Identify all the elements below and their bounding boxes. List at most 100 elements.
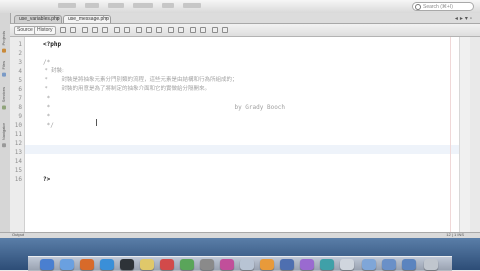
current-line-highlight [25, 145, 470, 154]
sidebar-item-files[interactable]: Files [1, 61, 9, 77]
start-macro-icon[interactable] [190, 27, 196, 33]
firefox-icon[interactable] [80, 259, 94, 270]
applications-folder-icon[interactable] [402, 259, 416, 270]
menu-item[interactable] [183, 3, 201, 8]
sidebar-item-services[interactable]: Services [1, 87, 9, 110]
source-button[interactable]: Source [14, 26, 36, 35]
right-margin-line [450, 37, 451, 232]
comment-line: * 封裝的用意是為了將制定的抽象介面和它的實做給分隔開來。 [43, 86, 210, 92]
find-next-icon[interactable] [102, 27, 108, 33]
netbeans-icon[interactable] [300, 259, 314, 270]
cursor-position: 12 | 1 [446, 232, 457, 237]
comment-line: * by Grady Booch [43, 104, 286, 111]
textedit-icon[interactable] [340, 259, 354, 270]
next-bookmark-icon[interactable] [146, 27, 152, 33]
sidebar-item-label: Files [1, 61, 6, 70]
tab-label: use_message.php [68, 16, 109, 22]
line-number: 12 [14, 140, 22, 147]
back-icon[interactable] [60, 27, 66, 33]
search-placeholder: Search (⌘+I) [423, 4, 453, 10]
navigator-icon [2, 143, 6, 148]
menu-item[interactable] [133, 3, 153, 8]
vertical-scrollbar[interactable] [459, 37, 470, 232]
trash-icon[interactable] [424, 259, 438, 270]
search-input[interactable]: Search (⌘+I) [412, 2, 474, 11]
shift-right-icon[interactable] [178, 27, 184, 33]
tab-navigation-arrows[interactable]: ◂▸▾▫ [455, 15, 474, 22]
toggle-bookmark-icon[interactable] [156, 27, 162, 33]
forward-icon[interactable] [70, 27, 76, 33]
itunes-icon[interactable] [220, 259, 234, 270]
line-number: 13 [14, 149, 22, 156]
facetime-icon[interactable] [180, 259, 194, 270]
menu-item[interactable] [108, 3, 124, 8]
downloads-folder-icon[interactable] [362, 259, 376, 270]
mail-icon[interactable] [320, 259, 334, 270]
safari-icon[interactable] [100, 259, 114, 270]
comment-line: /* [43, 59, 51, 66]
sidebar-item-navigator[interactable]: Navigator [1, 123, 9, 148]
line-number: 2 [18, 50, 22, 57]
projects-icon [2, 48, 6, 53]
preview-icon[interactable] [240, 259, 254, 270]
line-number: 7 [18, 95, 22, 102]
comment-line: */ [43, 122, 54, 129]
sidebar-item-projects[interactable]: Projects [1, 31, 9, 53]
menu-bar [58, 3, 248, 9]
services-icon [2, 105, 6, 110]
code-editor[interactable]: 1 2 3 4 5 6 7 8 9 10 11 12 13 14 15 16 <… [10, 37, 470, 232]
menu-item[interactable] [162, 3, 174, 8]
calendar-icon[interactable] [160, 259, 174, 270]
php-close-tag: ?> [43, 176, 51, 183]
editor-tab-bar: use_variables.php × use_message.php × ◂▸… [10, 13, 480, 24]
terminal-icon[interactable] [120, 259, 134, 270]
documents-folder-icon[interactable] [382, 259, 396, 270]
history-button[interactable]: History [34, 26, 56, 35]
editor-toolbar: Source History [10, 24, 480, 37]
app-store-icon[interactable] [280, 259, 294, 270]
find-icon[interactable] [82, 27, 88, 33]
line-number: 11 [14, 131, 22, 138]
tab-use-variables[interactable]: use_variables.php × [14, 15, 62, 23]
comment-line: * 封裝: [43, 68, 64, 74]
menu-item[interactable] [58, 3, 76, 8]
shift-left-icon[interactable] [168, 27, 174, 33]
php-open-tag: <?php [43, 41, 62, 48]
comment-icon[interactable] [212, 27, 218, 33]
insert-mode: INS [457, 232, 464, 237]
title-bar: Search (⌘+I) [0, 0, 480, 14]
line-number: 10 [14, 122, 22, 129]
comment-line: * [43, 113, 51, 120]
uncomment-icon[interactable] [222, 27, 228, 33]
finder-icon[interactable] [40, 259, 54, 270]
search-icon [415, 4, 421, 10]
tab-use-message[interactable]: use_message.php × [63, 15, 111, 23]
close-icon[interactable]: × [56, 16, 59, 23]
line-number: 5 [18, 77, 22, 84]
text-caret [96, 119, 97, 126]
line-number: 6 [18, 86, 22, 93]
line-number: 1 [18, 41, 22, 48]
close-icon[interactable]: × [105, 16, 108, 23]
line-number: 4 [18, 68, 22, 75]
find-previous-icon[interactable] [92, 27, 98, 33]
launchpad-icon[interactable] [60, 259, 74, 270]
notes-icon[interactable] [140, 259, 154, 270]
previous-bookmark-icon[interactable] [136, 27, 142, 33]
stop-macro-icon[interactable] [200, 27, 206, 33]
sidebar-item-label: Navigator [1, 123, 6, 141]
files-icon [2, 72, 6, 77]
photo-icon[interactable] [260, 259, 274, 270]
line-number-gutter: 1 2 3 4 5 6 7 8 9 10 11 12 13 14 15 16 [10, 37, 25, 232]
system-preferences-icon[interactable] [200, 259, 214, 270]
menu-item[interactable] [85, 3, 99, 8]
tab-label: use_variables.php [19, 16, 60, 22]
line-number: 8 [18, 104, 22, 111]
line-number: 3 [18, 59, 22, 66]
sidebar-item-label: Services [1, 87, 6, 103]
toggle-rectangle-icon[interactable] [124, 27, 130, 33]
line-number: 14 [14, 158, 22, 165]
line-number: 9 [18, 113, 22, 120]
toggle-highlight-icon[interactable] [114, 27, 120, 33]
line-number: 16 [14, 176, 22, 183]
